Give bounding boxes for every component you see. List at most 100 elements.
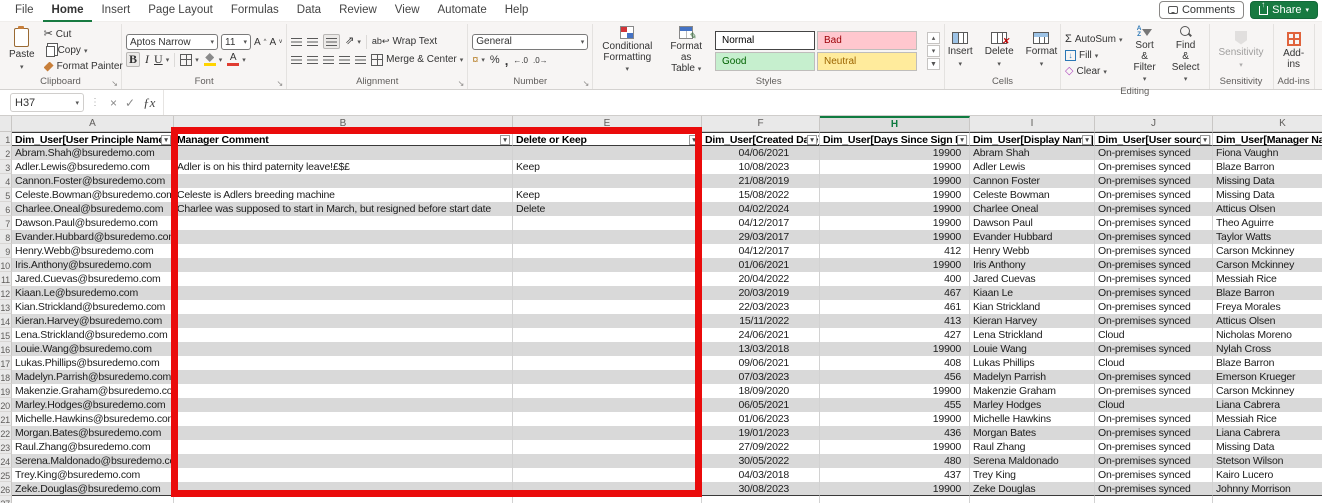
row-number[interactable]: 2 bbox=[0, 146, 12, 160]
cell-user-principle-name[interactable]: Lukas.Phillips@bsuredemo.com bbox=[12, 356, 174, 370]
cell-user-source[interactable]: On-premises synced bbox=[1095, 370, 1213, 384]
cell-user-source[interactable]: Cloud bbox=[1095, 398, 1213, 412]
cell-created-date[interactable]: 30/05/2022 bbox=[702, 454, 820, 468]
row-number[interactable]: 1 bbox=[0, 132, 12, 146]
cell-user-principle-name[interactable]: Madelyn.Parrish@bsuredemo.com bbox=[12, 370, 174, 384]
number-dialog-launcher[interactable]: ↘ bbox=[583, 79, 590, 88]
cell-created-date[interactable]: 30/08/2023 bbox=[702, 482, 820, 496]
cell-days-since-sign-in[interactable]: 19900 bbox=[820, 440, 970, 454]
header-user-principle-name[interactable]: Dim_User[User Principle Name]▼ bbox=[12, 132, 174, 146]
confirm-entry-icon[interactable]: ✓ bbox=[125, 96, 135, 110]
cell-user-source[interactable]: On-premises synced bbox=[1095, 146, 1213, 160]
bottom-align-button[interactable] bbox=[323, 34, 340, 49]
column-letter-h-selected[interactable]: H bbox=[820, 116, 970, 131]
cell-manager-comment[interactable] bbox=[174, 272, 513, 286]
cell-user-source[interactable]: On-premises synced bbox=[1095, 468, 1213, 482]
table-row[interactable]: 11 Jared.Cuevas@bsuredemo.com 20/04/2022… bbox=[0, 272, 1322, 286]
table-row[interactable]: 12 Kiaan.Le@bsuredemo.com 20/03/2019 467… bbox=[0, 286, 1322, 300]
cell-user-principle-name[interactable]: Morgan.Bates@bsuredemo.com bbox=[12, 426, 174, 440]
cell-display-name[interactable]: Iris Anthony bbox=[970, 258, 1095, 272]
table-row[interactable]: 22 Morgan.Bates@bsuredemo.com 19/01/2023… bbox=[0, 426, 1322, 440]
cell-created-date[interactable]: 24/06/2021 bbox=[702, 328, 820, 342]
cell-days-since-sign-in[interactable]: 480 bbox=[820, 454, 970, 468]
cell-days-since-sign-in[interactable]: 19900 bbox=[820, 342, 970, 356]
filter-dropdown-icon[interactable]: ▼ bbox=[957, 135, 967, 145]
insert-function-icon[interactable]: ƒx bbox=[143, 95, 155, 111]
cell-display-name[interactable]: Kiaan Le bbox=[970, 286, 1095, 300]
cell-manager-comment[interactable] bbox=[174, 384, 513, 398]
row-number[interactable]: 6 bbox=[0, 202, 12, 216]
cell-display-name[interactable]: Celeste Bowman bbox=[970, 188, 1095, 202]
decrease-indent-button[interactable] bbox=[339, 52, 350, 67]
cell-manager-comment[interactable] bbox=[174, 370, 513, 384]
conditional-formatting-button[interactable]: ConditionalFormatting ▾ bbox=[597, 25, 657, 76]
header-manager-name[interactable]: Dim_User[Manager Name]▼ bbox=[1213, 132, 1322, 146]
shrink-font-button[interactable]: Av bbox=[270, 35, 283, 50]
cell-days-since-sign-in[interactable]: 19900 bbox=[820, 412, 970, 426]
row-number[interactable]: 18 bbox=[0, 370, 12, 384]
cell-user-principle-name[interactable]: Kian.Strickland@bsuredemo.com bbox=[12, 300, 174, 314]
cell-manager-name[interactable]: Missing Data bbox=[1213, 440, 1322, 454]
cell-display-name[interactable]: Makenzie Graham bbox=[970, 384, 1095, 398]
cell-manager-name[interactable]: Carson Mckinney bbox=[1213, 384, 1322, 398]
empty-row[interactable]: 27 bbox=[0, 496, 1322, 503]
filter-dropdown-icon[interactable]: ▼ bbox=[1200, 135, 1210, 145]
cell-created-date[interactable]: 10/08/2023 bbox=[702, 160, 820, 174]
cell-user-source[interactable]: On-premises synced bbox=[1095, 188, 1213, 202]
increase-indent-button[interactable] bbox=[355, 52, 366, 67]
cell-user-principle-name[interactable]: Raul.Zhang@bsuredemo.com bbox=[12, 440, 174, 454]
cell-user-principle-name[interactable]: Celeste.Bowman@bsuredemo.com bbox=[12, 188, 174, 202]
cell-user-source[interactable]: Cloud bbox=[1095, 356, 1213, 370]
cell-user-source[interactable]: On-premises synced bbox=[1095, 258, 1213, 272]
cell-manager-comment[interactable] bbox=[174, 482, 513, 496]
cell-manager-comment[interactable] bbox=[174, 356, 513, 370]
cell-user-source[interactable]: On-premises synced bbox=[1095, 230, 1213, 244]
format-as-table-button[interactable]: Format asTable ▾ bbox=[665, 25, 707, 76]
middle-align-button[interactable] bbox=[307, 34, 318, 49]
cell-user-source[interactable]: On-premises synced bbox=[1095, 454, 1213, 468]
bold-button[interactable]: B bbox=[126, 52, 140, 67]
comma-style-button[interactable]: , bbox=[505, 53, 509, 68]
cell-user-source[interactable]: On-premises synced bbox=[1095, 160, 1213, 174]
find-select-button[interactable]: Find &Select ▾ bbox=[1167, 25, 1205, 86]
cell-display-name[interactable]: Lukas Phillips bbox=[970, 356, 1095, 370]
cancel-entry-icon[interactable]: × bbox=[110, 96, 117, 110]
cell-user-principle-name[interactable]: Makenzie.Graham@bsuredemo.com bbox=[12, 384, 174, 398]
cell-days-since-sign-in[interactable]: 19900 bbox=[820, 160, 970, 174]
percent-style-button[interactable]: % bbox=[490, 53, 500, 68]
cell-display-name[interactable]: Louie Wang bbox=[970, 342, 1095, 356]
tab-help[interactable]: Help bbox=[496, 0, 538, 22]
cell-user-source[interactable]: Cloud bbox=[1095, 328, 1213, 342]
row-number[interactable]: 26 bbox=[0, 482, 12, 496]
header-user-source[interactable]: Dim_User[User source]▼ bbox=[1095, 132, 1213, 146]
share-button[interactable]: Share ▾ bbox=[1250, 1, 1318, 19]
cell-days-since-sign-in[interactable]: 19900 bbox=[820, 202, 970, 216]
cell-user-principle-name[interactable]: Abram.Shah@bsuredemo.com bbox=[12, 146, 174, 160]
cell-manager-comment[interactable] bbox=[174, 398, 513, 412]
cell-days-since-sign-in[interactable]: 455 bbox=[820, 398, 970, 412]
cell-created-date[interactable]: 27/09/2022 bbox=[702, 440, 820, 454]
row-number[interactable]: 13 bbox=[0, 300, 12, 314]
cell-delete-or-keep[interactable] bbox=[513, 384, 702, 398]
cell-delete-or-keep[interactable] bbox=[513, 146, 702, 160]
cell-days-since-sign-in[interactable]: 19900 bbox=[820, 258, 970, 272]
cell-user-principle-name[interactable]: Marley.Hodges@bsuredemo.com bbox=[12, 398, 174, 412]
column-letter-e[interactable]: E bbox=[513, 116, 702, 131]
cell-user-source[interactable]: On-premises synced bbox=[1095, 482, 1213, 496]
cell-user-principle-name[interactable]: Charlee.Oneal@bsuredemo.com bbox=[12, 202, 174, 216]
addins-button[interactable]: Add-ins bbox=[1278, 31, 1310, 71]
cell-manager-comment[interactable] bbox=[174, 412, 513, 426]
cell-manager-comment[interactable] bbox=[174, 258, 513, 272]
cell-manager-name[interactable]: Taylor Watts bbox=[1213, 230, 1322, 244]
filter-dropdown-icon[interactable]: ▼ bbox=[500, 135, 510, 145]
cell-days-since-sign-in[interactable]: 19900 bbox=[820, 216, 970, 230]
row-number[interactable]: 21 bbox=[0, 412, 12, 426]
table-row[interactable]: 7 Dawson.Paul@bsuredemo.com 04/12/2017 1… bbox=[0, 216, 1322, 230]
cell-manager-comment[interactable] bbox=[174, 342, 513, 356]
cell-manager-comment[interactable]: Celeste is Adlers breeding machine bbox=[174, 188, 513, 202]
cell-manager-comment[interactable] bbox=[174, 454, 513, 468]
cell-delete-or-keep[interactable] bbox=[513, 342, 702, 356]
cell-user-principle-name[interactable]: Cannon.Foster@bsuredemo.com bbox=[12, 174, 174, 188]
align-right-button[interactable] bbox=[323, 52, 334, 67]
cell-manager-name[interactable]: Missing Data bbox=[1213, 188, 1322, 202]
